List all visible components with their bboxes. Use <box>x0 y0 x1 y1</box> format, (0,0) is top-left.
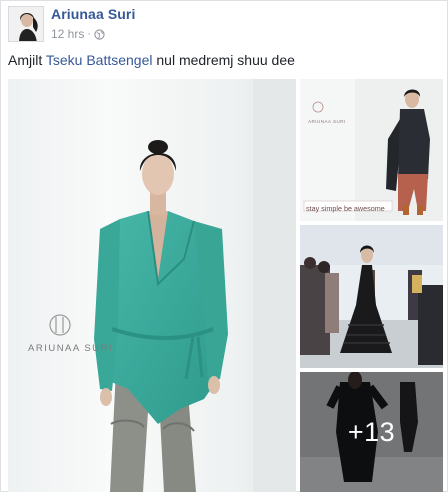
post-timestamp[interactable]: 12 hrs <box>51 27 84 41</box>
post-meta: 12 hrs · <box>51 27 105 41</box>
author-name-link[interactable]: Ariunaa Suri <box>51 6 135 22</box>
more-photos-overlay[interactable]: +13 <box>300 372 443 492</box>
avatar-image <box>9 7 43 41</box>
runway-photo-image <box>300 225 443 368</box>
meta-separator: · <box>87 28 92 40</box>
photo-main[interactable]: ARIUNAA SURI <box>8 79 296 492</box>
photo-top-right[interactable]: ARIUNAA SURI stay simple be awesome <box>300 79 443 221</box>
post-text-start: Amjilt <box>8 52 46 68</box>
photo-bottom-right-more[interactable]: +13 <box>300 372 443 492</box>
ad-tagline: stay simple be awesome <box>306 204 385 213</box>
more-photos-count: +13 <box>347 416 396 447</box>
feed-post: Ariunaa Suri 12 hrs · Amjilt Tseku Batts… <box>0 0 448 492</box>
post-message: Amjilt Tseku Battsengel nul medremj shuu… <box>8 51 295 69</box>
mention-link[interactable]: Tseku Battsengel <box>46 52 153 68</box>
brand-watermark: ARIUNAA SURI <box>28 343 114 354</box>
model-photo-image <box>8 79 296 492</box>
public-globe-icon[interactable] <box>94 28 105 40</box>
model-ad-image <box>300 79 443 221</box>
photo-middle-right[interactable] <box>300 225 443 368</box>
author-avatar[interactable] <box>8 6 44 42</box>
ad-brand-logo: ARIUNAA SURI <box>308 119 346 124</box>
post-text-end: nul medremj shuu dee <box>152 52 295 68</box>
